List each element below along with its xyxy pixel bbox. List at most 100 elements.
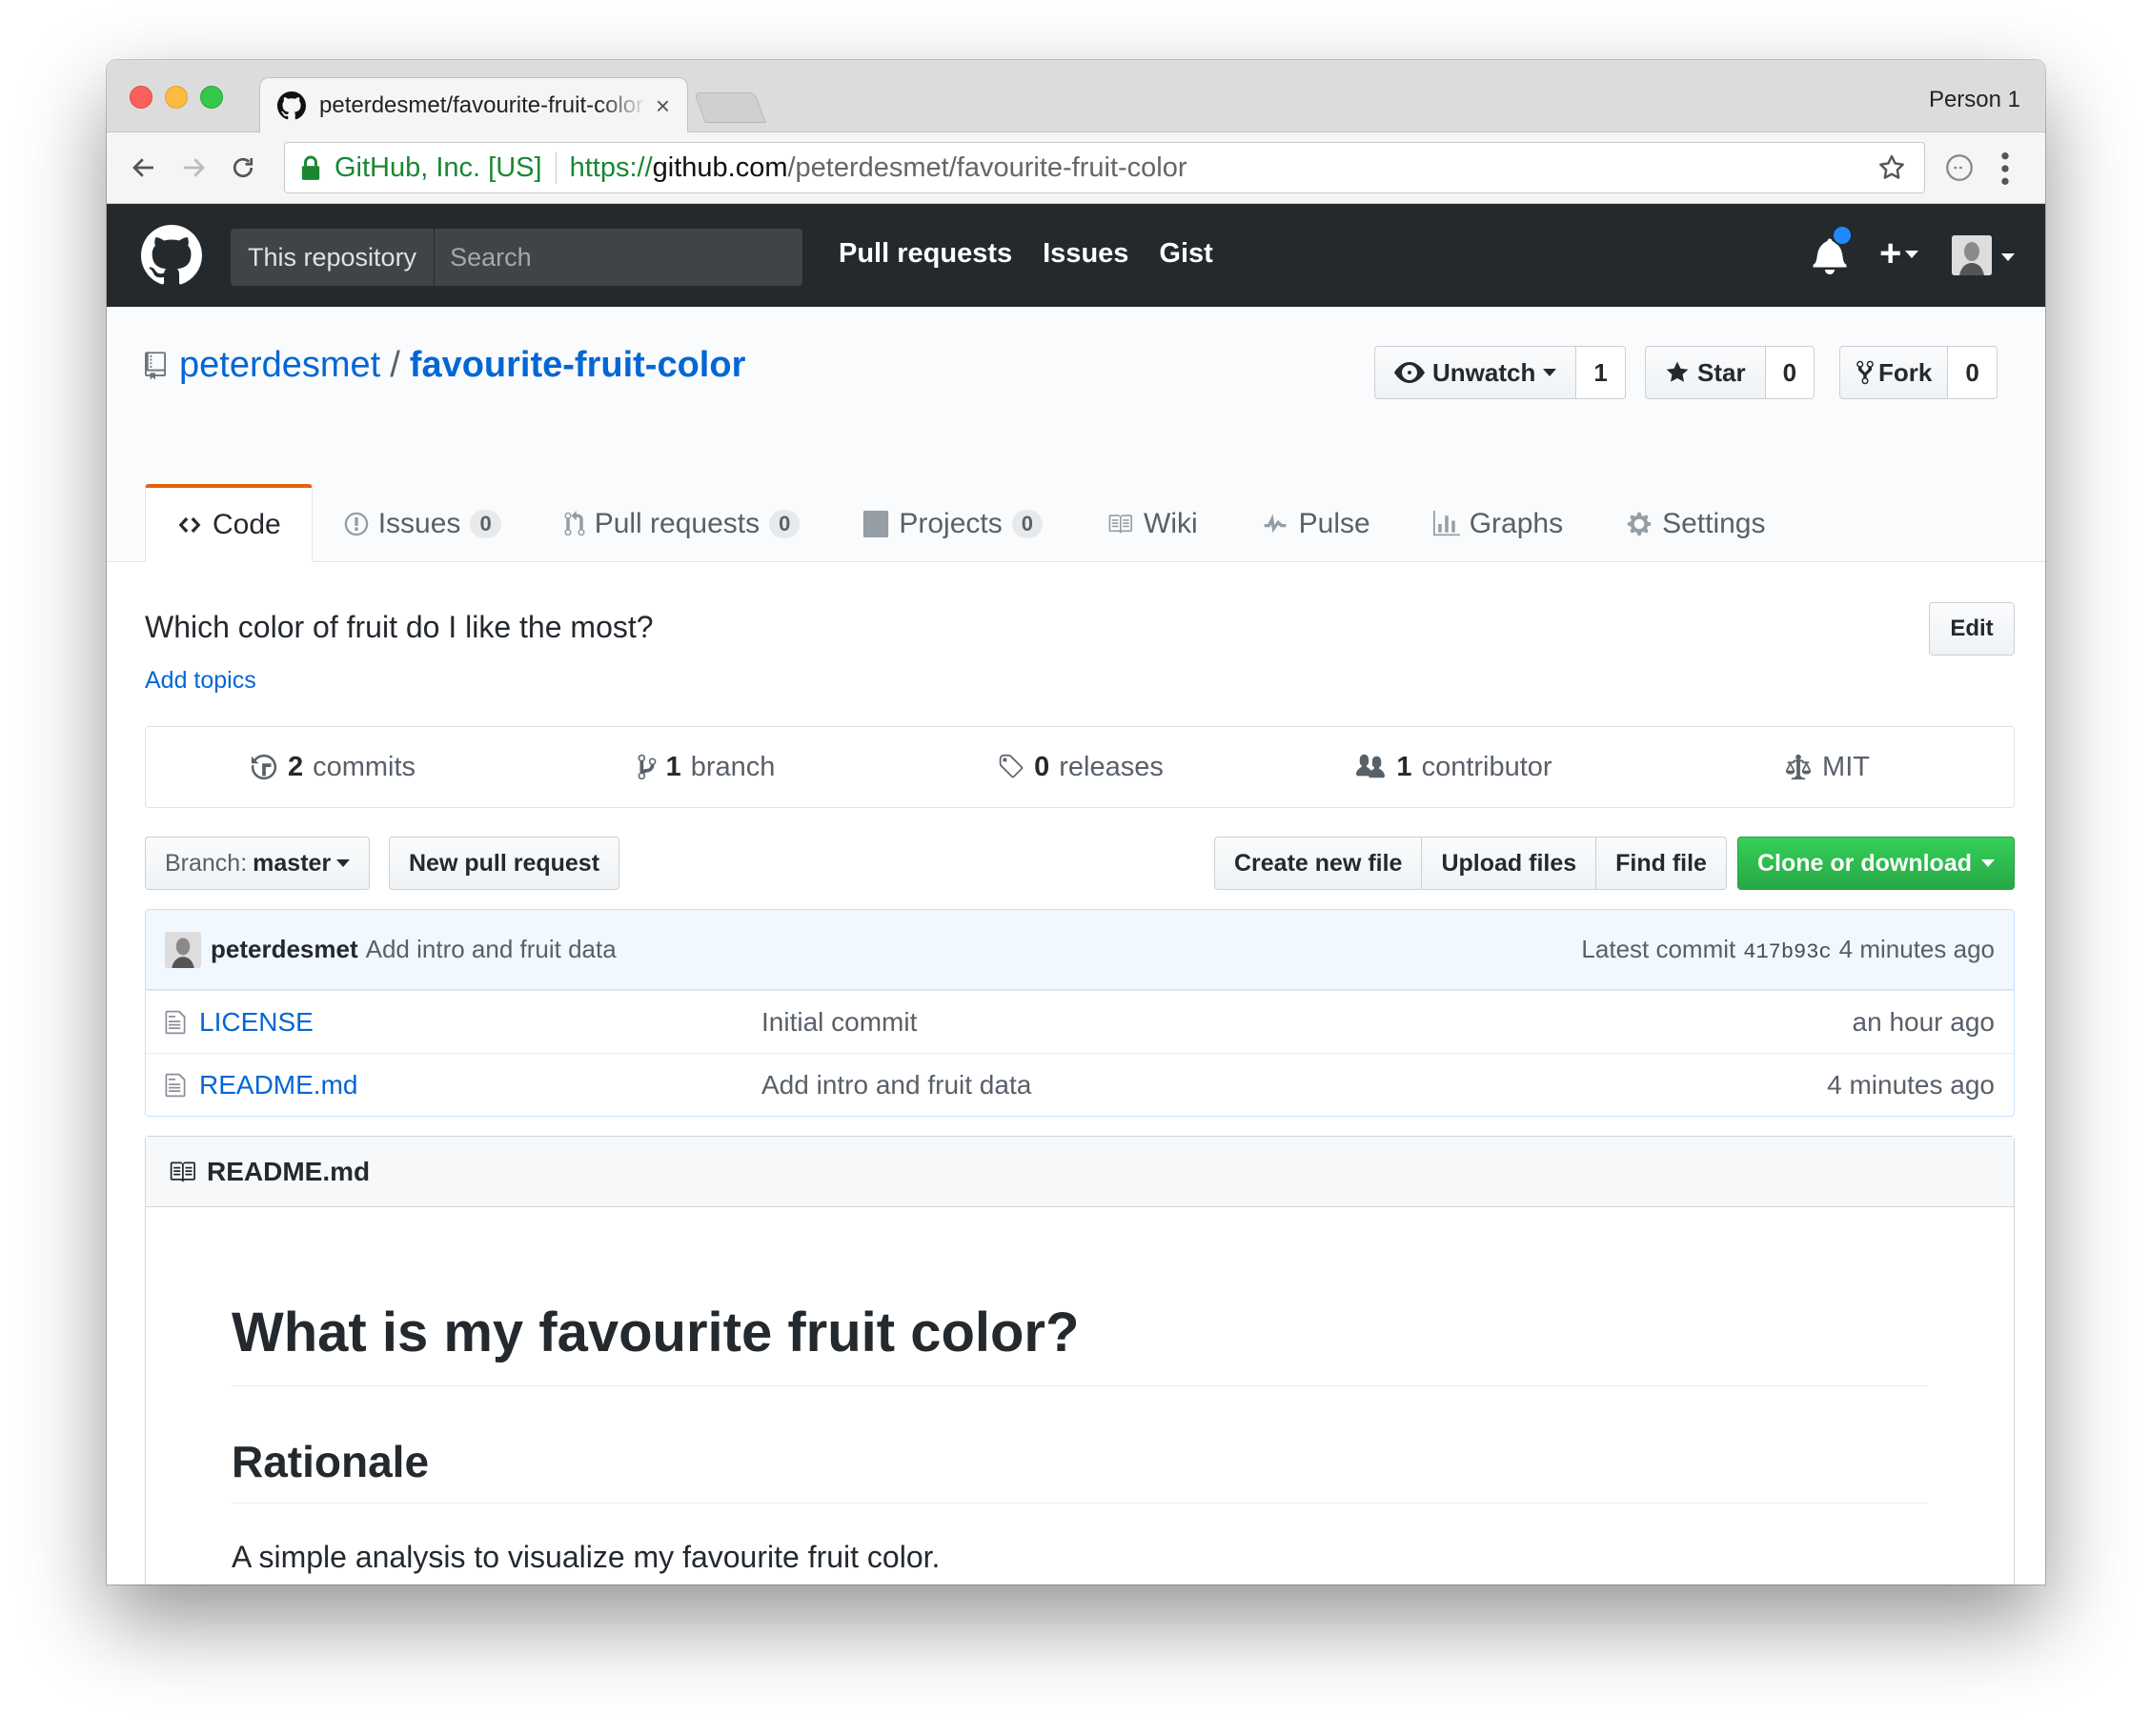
latest-commit-label: Latest commit <box>1581 935 1736 963</box>
header-nav-pull-requests[interactable]: Pull requests <box>839 238 1012 270</box>
file-commit-message-link[interactable]: Add intro and fruit data <box>761 1070 1031 1100</box>
header-search: This repository <box>231 229 802 286</box>
add-topics-link[interactable]: Add topics <box>145 667 256 695</box>
repo-numbers-summary: 2 commits 1 branch 0 releases 1 contribu… <box>145 726 2015 808</box>
watchers-count[interactable]: 1 <box>1576 346 1626 399</box>
reload-button[interactable] <box>223 148 263 188</box>
file-actions-group: Create new file Upload files Find file <box>1214 837 1727 890</box>
commits-link[interactable]: 2 commits <box>146 727 519 807</box>
tag-icon <box>999 754 1024 778</box>
bookmark-star-icon[interactable] <box>1876 152 1907 183</box>
browser-tab-active[interactable]: peterdesmet/favourite-fruit-color × <box>259 77 688 133</box>
tab-settings[interactable]: Settings <box>1594 484 1796 562</box>
header-nav-gist[interactable]: Gist <box>1159 238 1212 270</box>
projects-counter: 0 <box>1011 509 1043 538</box>
branches-link[interactable]: 1 branch <box>519 727 893 807</box>
commit-message-link[interactable]: Add intro and fruit data <box>366 935 617 964</box>
file-name-link[interactable]: LICENSE <box>199 1007 761 1038</box>
file-row: README.md Add intro and fruit data 4 min… <box>146 1053 2014 1116</box>
readme-filename: README.md <box>207 1156 371 1186</box>
tab-graphs[interactable]: Graphs <box>1402 484 1594 562</box>
commits-count: 2 <box>287 751 304 782</box>
branch-count: 1 <box>665 751 681 782</box>
extension-icon[interactable] <box>1943 151 1976 184</box>
branch-chevron-down-icon <box>336 859 351 867</box>
readme-panel: README.md What is my favourite fruit col… <box>145 1136 2015 1585</box>
tab-code[interactable]: Code <box>145 484 313 562</box>
fork-button[interactable]: Fork <box>1839 346 1949 399</box>
forks-count[interactable]: 0 <box>1948 346 1998 399</box>
repo-description: Which color of fruit do I like the most? <box>145 610 654 644</box>
branch-select-button[interactable]: Branch: master <box>145 837 371 890</box>
file-commit-message-link[interactable]: Initial commit <box>761 1007 917 1038</box>
upload-files-button[interactable]: Upload files <box>1422 837 1597 890</box>
arrow-right-icon <box>184 158 205 177</box>
url-path: /peterdesmet/favourite-fruit-color <box>787 151 1187 183</box>
stargazers-count[interactable]: 0 <box>1765 346 1815 399</box>
fork-icon <box>1856 360 1874 385</box>
fork-label: Fork <box>1878 357 1933 387</box>
tab-close-icon[interactable]: × <box>656 91 670 121</box>
file-name-link[interactable]: README.md <box>199 1070 761 1100</box>
repo-owner-link[interactable]: peterdesmet <box>179 345 380 386</box>
file-age: 4 minutes ago <box>1827 1069 1995 1100</box>
header-nav: Pull requests Issues Gist <box>839 238 1213 270</box>
close-window-button[interactable] <box>130 86 152 109</box>
chevron-down-icon <box>1905 250 1919 258</box>
tab-pulse-label: Pulse <box>1298 507 1370 539</box>
tab-graphs-label: Graphs <box>1469 507 1564 539</box>
issues-counter: 0 <box>470 509 501 538</box>
browser-menu-icon[interactable] <box>1998 150 2012 188</box>
releases-link[interactable]: 0 releases <box>893 727 1267 807</box>
forward-button[interactable] <box>173 148 213 188</box>
tab-projects-label: Projects <box>899 507 1003 539</box>
file-navigation: Branch: master New pull request Create n… <box>145 837 2015 890</box>
repo-path-separator: / <box>390 345 400 385</box>
github-octocat-icon[interactable] <box>141 225 202 286</box>
readme-body: What is my favourite fruit color? Ration… <box>146 1301 2014 1575</box>
header-search-input[interactable] <box>435 242 779 273</box>
browser-profile-name[interactable]: Person 1 <box>1929 87 2020 113</box>
repo-name-link[interactable]: favourite-fruit-color <box>410 345 746 386</box>
new-tab-button[interactable] <box>694 92 766 123</box>
license-link[interactable]: MIT <box>1640 727 2014 807</box>
unwatch-button[interactable]: Unwatch <box>1374 346 1577 399</box>
url-scheme: https:// <box>569 151 653 183</box>
create-new-dropdown[interactable]: + <box>1879 232 1919 275</box>
browser-toolbar: GitHub, Inc. [US] https://github.com/pet… <box>107 132 2045 204</box>
unwatch-label: Unwatch <box>1432 357 1536 387</box>
minimize-window-button[interactable] <box>165 86 188 109</box>
find-file-button[interactable]: Find file <box>1596 837 1727 890</box>
commit-author-link[interactable]: peterdesmet <box>211 935 358 964</box>
tab-issues-label: Issues <box>377 507 461 539</box>
address-bar[interactable]: GitHub, Inc. [US] https://github.com/pet… <box>284 142 1925 193</box>
new-pull-request-button[interactable]: New pull request <box>389 837 620 890</box>
tab-code-label: Code <box>213 509 281 540</box>
releases-label: releases <box>1059 751 1164 782</box>
commit-author-avatar[interactable] <box>165 931 201 968</box>
search-scope-label[interactable]: This repository <box>231 229 436 286</box>
branch-name: master <box>253 849 332 877</box>
avatar-chevron-down-icon[interactable] <box>2001 253 2015 261</box>
latest-commit-info: Latest commit 417b93c 4 minutes ago <box>1581 935 1995 964</box>
commit-sha-link[interactable]: 417b93c <box>1743 940 1831 964</box>
tab-projects[interactable]: Projects 0 <box>831 484 1074 562</box>
latest-commit-bar: peterdesmet Add intro and fruit data Lat… <box>146 910 2014 990</box>
git-pull-request-icon <box>564 510 585 535</box>
create-new-file-button[interactable]: Create new file <box>1214 837 1423 890</box>
tab-pulse[interactable]: Pulse <box>1229 484 1402 562</box>
tab-issues[interactable]: Issues 0 <box>313 484 533 562</box>
tab-pull-requests[interactable]: Pull requests 0 <box>533 484 832 562</box>
header-nav-issues[interactable]: Issues <box>1043 238 1128 270</box>
contributors-link[interactable]: 1 contributor <box>1267 727 1640 807</box>
file-row: LICENSE Initial commit an hour ago <box>146 990 2014 1053</box>
tab-wiki[interactable]: Wiki <box>1074 484 1229 562</box>
notification-indicator-dot <box>1832 225 1853 246</box>
browser-window: peterdesmet/favourite-fruit-color × Pers… <box>107 60 2045 1585</box>
user-avatar[interactable] <box>1952 235 1992 275</box>
back-button[interactable] <box>124 148 164 188</box>
maximize-window-button[interactable] <box>200 86 223 109</box>
clone-or-download-button[interactable]: Clone or download <box>1737 837 2015 890</box>
edit-description-button[interactable]: Edit <box>1929 602 2015 656</box>
star-button[interactable]: Star <box>1645 346 1766 399</box>
